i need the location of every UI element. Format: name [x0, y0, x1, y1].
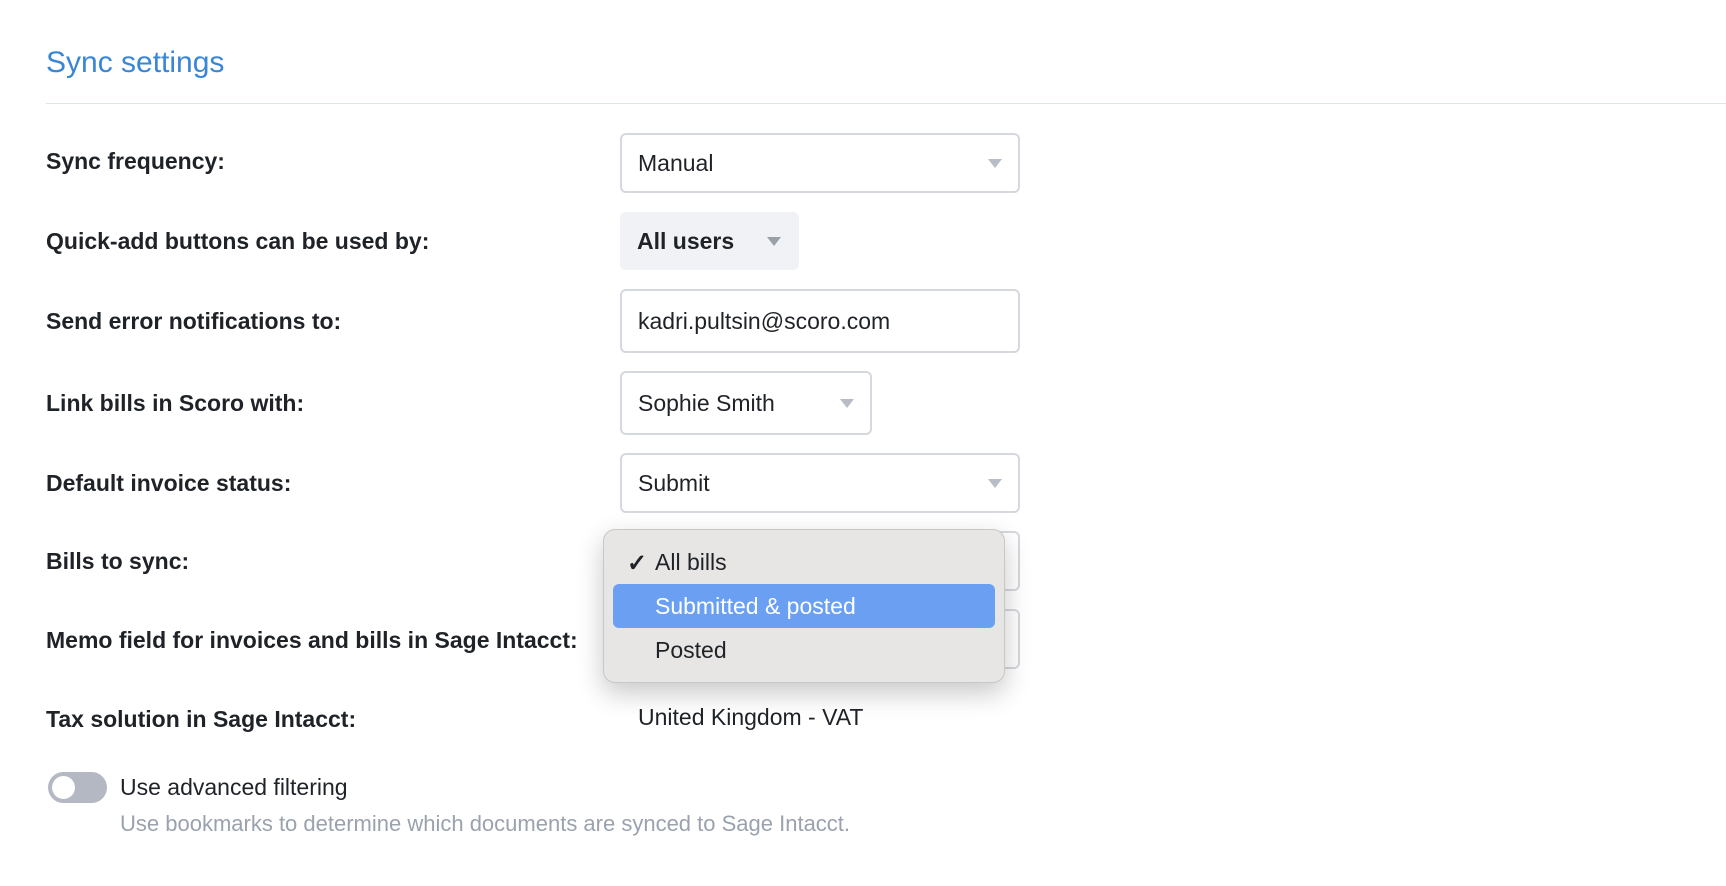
link-bills-label: Link bills in Scoro with: — [46, 390, 305, 416]
toggle-knob — [52, 776, 75, 799]
chevron-down-icon — [988, 158, 1002, 168]
advanced-filtering-toggle[interactable] — [48, 772, 107, 803]
memo-field-label: Memo field for invoices and bills in Sag… — [46, 627, 578, 653]
error-notifications-label: Send error notifications to: — [46, 308, 342, 334]
menu-option-label: All bills — [655, 548, 727, 575]
menu-option-submitted-posted[interactable]: Submitted & posted — [613, 584, 995, 628]
tax-solution-label: Tax solution in Sage Intacct: — [46, 706, 357, 732]
advanced-filtering-label: Use advanced filtering — [120, 774, 348, 800]
invoice-status-select[interactable]: Submit — [620, 453, 1020, 513]
bills-to-sync-label: Bills to sync: — [46, 548, 190, 574]
quick-add-select[interactable]: All users — [620, 212, 799, 270]
advanced-filtering-description: Use bookmarks to determine which documen… — [120, 811, 851, 836]
bills-to-sync-menu: ✓ All bills Submitted & posted Posted — [603, 529, 1005, 683]
invoice-status-label: Default invoice status: — [46, 470, 292, 496]
error-notifications-value: kadri.pultsin@scoro.com — [638, 307, 891, 334]
link-bills-value: Sophie Smith — [638, 389, 775, 416]
link-bills-select[interactable]: Sophie Smith — [620, 371, 872, 435]
checkmark-icon: ✓ — [627, 550, 648, 577]
invoice-status-value: Submit — [638, 469, 710, 496]
chevron-down-icon — [840, 398, 854, 408]
quick-add-value: All users — [637, 227, 735, 254]
menu-option-posted[interactable]: Posted — [613, 628, 995, 672]
tax-solution-value: United Kingdom - VAT — [638, 704, 864, 730]
sync-frequency-select[interactable]: Manual — [620, 133, 1020, 193]
error-notifications-input[interactable]: kadri.pultsin@scoro.com — [620, 289, 1020, 353]
chevron-down-icon — [988, 478, 1002, 488]
menu-option-label: Submitted & posted — [655, 592, 856, 619]
quick-add-label: Quick-add buttons can be used by: — [46, 228, 430, 254]
section-title: Sync settings — [46, 46, 225, 79]
menu-option-all-bills[interactable]: ✓ All bills — [613, 540, 995, 584]
section-divider — [46, 103, 1726, 104]
menu-option-label: Posted — [655, 636, 727, 663]
chevron-down-icon — [767, 236, 781, 246]
sync-frequency-value: Manual — [638, 149, 714, 176]
sync-frequency-label: Sync frequency: — [46, 148, 225, 174]
sync-settings-page: Sync settings Sync frequency: Manual Qui… — [0, 0, 1726, 886]
